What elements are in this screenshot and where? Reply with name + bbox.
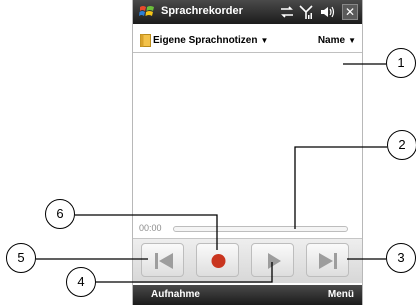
- app-title: Sprachrekorder: [161, 5, 243, 17]
- callout-6: 6: [45, 199, 75, 229]
- skip-previous-icon: [155, 253, 173, 269]
- next-track-button[interactable]: [306, 243, 349, 277]
- record-button[interactable]: [196, 243, 239, 277]
- callout-4: 4: [66, 267, 96, 297]
- close-button[interactable]: ✕: [342, 4, 358, 20]
- folder-icon: [140, 34, 151, 47]
- folder-dropdown[interactable]: Eigene Sprachnotizen ▼: [153, 35, 268, 46]
- signal-strength-icon[interactable]: [299, 4, 313, 20]
- playback-controls: [133, 238, 362, 283]
- elapsed-time: 00:00: [139, 223, 162, 233]
- progress-bar[interactable]: [173, 226, 348, 232]
- softkey-record[interactable]: Aufnahme: [151, 289, 200, 300]
- callout-5: 5: [6, 243, 36, 273]
- previous-track-button[interactable]: [141, 243, 184, 277]
- folder-label: Eigene Sprachnotizen: [153, 35, 258, 46]
- volume-icon[interactable]: [319, 4, 335, 20]
- callout-1: 1: [386, 48, 416, 78]
- sort-label: Name: [317, 35, 346, 46]
- recordings-list[interactable]: [133, 53, 362, 216]
- play-icon: [268, 253, 281, 269]
- callout-2: 2: [387, 130, 416, 160]
- callout-3: 3: [386, 243, 416, 273]
- title-bar: Sprachrekorder ✕: [133, 0, 362, 24]
- folder-bar: Eigene Sprachnotizen ▼ Name ▼: [133, 30, 362, 53]
- record-icon: [211, 254, 226, 268]
- windows-start-icon[interactable]: [139, 4, 155, 20]
- chevron-down-icon: ▼: [260, 36, 269, 45]
- playback-status: 00:00: [133, 221, 362, 237]
- softkey-menu[interactable]: Menü: [328, 289, 354, 300]
- play-button[interactable]: [251, 243, 294, 277]
- connectivity-icon[interactable]: [279, 4, 295, 20]
- softkey-bar: Aufnahme Menü: [133, 285, 362, 305]
- device-screen: Sprachrekorder ✕ Eigene Sprachnotizen ▼ N…: [132, 0, 363, 305]
- chevron-down-icon: ▼: [348, 36, 356, 45]
- skip-next-icon: [319, 253, 337, 269]
- sort-dropdown[interactable]: Name ▼: [318, 35, 356, 46]
